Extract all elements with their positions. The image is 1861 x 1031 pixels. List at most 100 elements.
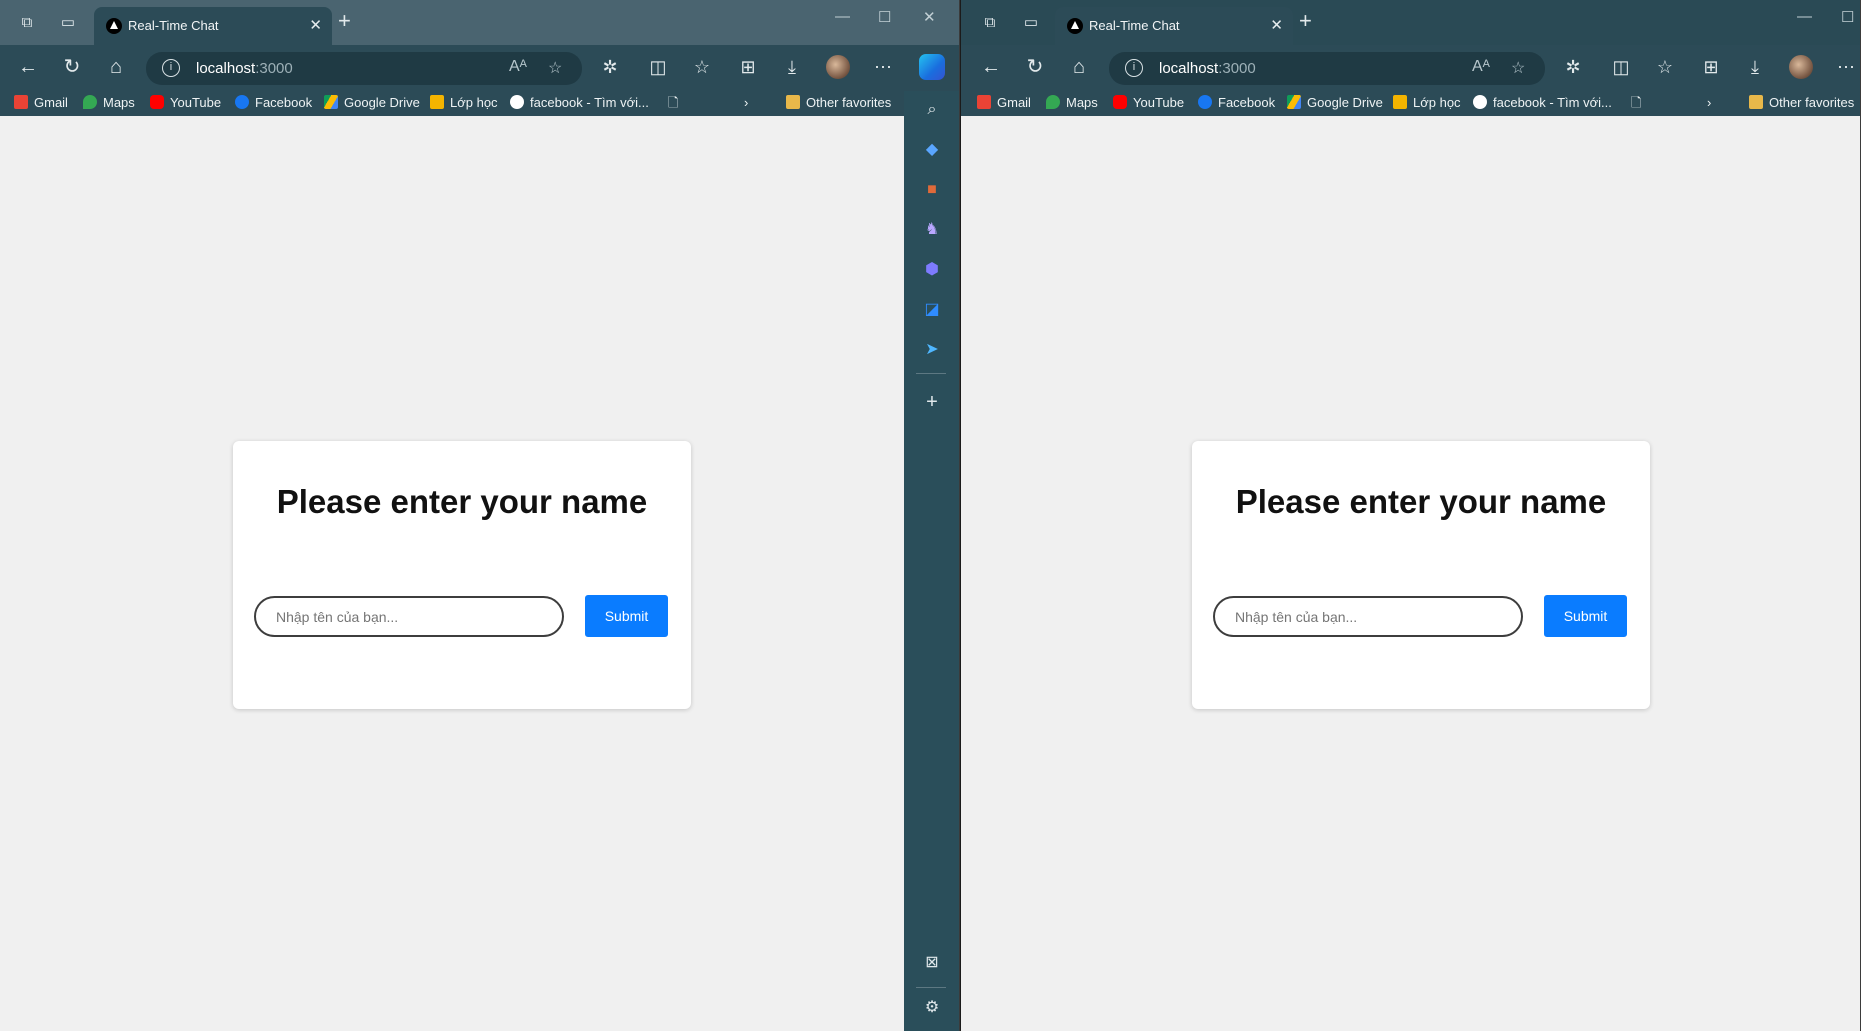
page-content: Please enter your name Submit: [961, 116, 1860, 1031]
bookmark-maps[interactable]: Maps: [83, 94, 135, 112]
maps-icon: [1046, 95, 1060, 109]
new-tab-icon[interactable]: +: [1299, 10, 1312, 32]
favorites-icon[interactable]: ☆: [691, 57, 713, 77]
bookmark-facebook[interactable]: Facebook: [1198, 94, 1275, 112]
close-window-icon[interactable]: ✕: [923, 8, 936, 26]
google-drive-icon: [1287, 95, 1301, 109]
site-info-icon[interactable]: i: [1125, 59, 1143, 77]
hide-sidebar-icon[interactable]: ⊠: [921, 952, 943, 974]
tab-real-time-chat[interactable]: Real-Time Chat ✕: [94, 7, 332, 45]
facebook-icon: [1198, 95, 1212, 109]
folder-icon: [786, 95, 800, 109]
tools-briefcase-icon[interactable]: ■: [921, 179, 943, 201]
favorite-star-icon[interactable]: ☆: [1511, 58, 1525, 78]
name-prompt-heading: Please enter your name: [276, 483, 648, 520]
settings-gear-icon[interactable]: ⚙: [921, 997, 943, 1019]
google-drive-icon: [324, 95, 338, 109]
other-favorites[interactable]: Other favorites: [1749, 94, 1854, 112]
refresh-icon[interactable]: ↻: [1023, 55, 1047, 79]
tab-title: Real-Time Chat: [1089, 18, 1180, 33]
workspaces-icon[interactable]: ⧉: [979, 12, 1001, 34]
collections-icon[interactable]: ⊞: [1700, 57, 1722, 77]
bookmark-maps[interactable]: Maps: [1046, 94, 1098, 112]
workspaces-icon[interactable]: ⧉: [16, 12, 38, 34]
shopping-tag-icon[interactable]: ◆: [921, 139, 943, 161]
other-favorites[interactable]: Other favorites: [786, 94, 891, 112]
downloads-icon[interactable]: ⤓: [1744, 57, 1766, 77]
name-input[interactable]: [1213, 596, 1523, 637]
extensions-icon[interactable]: ✲: [599, 57, 621, 77]
games-icon[interactable]: ♞: [921, 219, 943, 241]
profile-avatar[interactable]: [1789, 55, 1813, 79]
bookmark-google-drive[interactable]: Google Drive: [324, 94, 420, 112]
split-screen-icon[interactable]: ◫: [1610, 57, 1632, 77]
nextjs-favicon-icon: [1067, 18, 1083, 34]
copilot-icon[interactable]: [919, 54, 945, 80]
bookmark-facebook-search[interactable]: facebook - Tìm với...: [510, 94, 649, 112]
back-icon[interactable]: ←: [16, 55, 40, 79]
home-icon[interactable]: ⌂: [104, 55, 128, 79]
downloads-icon[interactable]: ⤓: [781, 57, 803, 77]
browser-window-left: ⧉ ▭ Real-Time Chat ✕ + — ☐ ✕ ← ↻ ⌂ i loc…: [0, 0, 960, 1031]
bookmark-gmail[interactable]: Gmail: [977, 94, 1031, 112]
tab-real-time-chat[interactable]: Real-Time Chat ✕: [1055, 7, 1293, 45]
bookmark-facebook[interactable]: Facebook: [235, 94, 312, 112]
send-icon[interactable]: ➤: [921, 339, 943, 361]
tab-actions-icon[interactable]: ▭: [1020, 12, 1042, 34]
favorites-icon[interactable]: ☆: [1654, 57, 1676, 77]
bookmark-lop-hoc[interactable]: Lớp học: [1393, 94, 1461, 112]
more-menu-icon[interactable]: ⋯: [872, 57, 894, 77]
page-icon[interactable]: 🗋: [668, 94, 678, 112]
address-bar[interactable]: i localhost:3000 Aᴬ ☆: [1109, 52, 1545, 85]
maps-icon: [83, 95, 97, 109]
bookmark-google-drive[interactable]: Google Drive: [1287, 94, 1383, 112]
close-tab-icon[interactable]: ✕: [1270, 16, 1283, 34]
extensions-icon[interactable]: ✲: [1562, 57, 1584, 77]
bookmark-lop-hoc[interactable]: Lớp học: [430, 94, 498, 112]
submit-button[interactable]: Submit: [1544, 595, 1627, 637]
name-card: Please enter your name Submit: [1192, 441, 1650, 709]
name-prompt-heading: Please enter your name: [1235, 483, 1607, 520]
chevron-right-icon[interactable]: ›: [744, 94, 748, 112]
toolbar: ← ↻ ⌂ i localhost:3000 Aᴬ ☆ ✲ ◫ ☆ ⊞ ⤓ ⋯: [0, 45, 959, 91]
tab-actions-icon[interactable]: ▭: [57, 12, 79, 34]
browser-window-right: ⧉ ▭ Real-Time Chat ✕ + — ☐ ← ↻ ⌂ i local…: [961, 0, 1861, 1031]
submit-button[interactable]: Submit: [585, 595, 668, 637]
site-info-icon[interactable]: i: [162, 59, 180, 77]
back-icon[interactable]: ←: [979, 55, 1003, 79]
address-bar[interactable]: i localhost:3000 Aᴬ ☆: [146, 52, 582, 85]
search-icon[interactable]: ⌕: [921, 99, 943, 121]
page-icon[interactable]: 🗋: [1631, 94, 1641, 112]
close-tab-icon[interactable]: ✕: [309, 16, 322, 34]
title-bar: ⧉ ▭ Real-Time Chat ✕ + — ☐ ✕: [0, 0, 959, 45]
bookmark-youtube[interactable]: YouTube: [1113, 94, 1184, 112]
maximize-icon[interactable]: ☐: [878, 8, 891, 26]
read-aloud-icon[interactable]: Aᴬ: [509, 58, 527, 76]
profile-avatar[interactable]: [826, 55, 850, 79]
new-tab-icon[interactable]: +: [338, 10, 351, 32]
address-text[interactable]: localhost:3000: [1159, 60, 1256, 77]
name-input[interactable]: [254, 596, 564, 637]
minimize-icon[interactable]: —: [835, 8, 850, 25]
collections-icon[interactable]: ⊞: [737, 57, 759, 77]
classroom-icon: [430, 95, 444, 109]
minimize-icon[interactable]: —: [1797, 8, 1812, 25]
tab-title: Real-Time Chat: [128, 18, 219, 33]
microsoft-365-icon[interactable]: ⬢: [921, 259, 943, 281]
refresh-icon[interactable]: ↻: [60, 55, 84, 79]
add-sidebar-app-icon[interactable]: +: [921, 391, 943, 413]
toolbar: ← ↻ ⌂ i localhost:3000 Aᴬ ☆ ✲ ◫ ☆ ⊞ ⤓ ⋯: [961, 45, 1860, 91]
bookmark-gmail[interactable]: Gmail: [14, 94, 68, 112]
read-aloud-icon[interactable]: Aᴬ: [1472, 58, 1490, 76]
sidebar-divider: [916, 373, 946, 374]
chevron-right-icon[interactable]: ›: [1707, 94, 1711, 112]
more-menu-icon[interactable]: ⋯: [1835, 57, 1857, 77]
maximize-icon[interactable]: ☐: [1841, 8, 1854, 26]
home-icon[interactable]: ⌂: [1067, 55, 1091, 79]
bookmark-youtube[interactable]: YouTube: [150, 94, 221, 112]
address-text[interactable]: localhost:3000: [196, 60, 293, 77]
bookmark-facebook-search[interactable]: facebook - Tìm với...: [1473, 94, 1612, 112]
split-screen-icon[interactable]: ◫: [647, 57, 669, 77]
outlook-icon[interactable]: ◪: [921, 299, 943, 321]
favorite-star-icon[interactable]: ☆: [548, 58, 562, 78]
